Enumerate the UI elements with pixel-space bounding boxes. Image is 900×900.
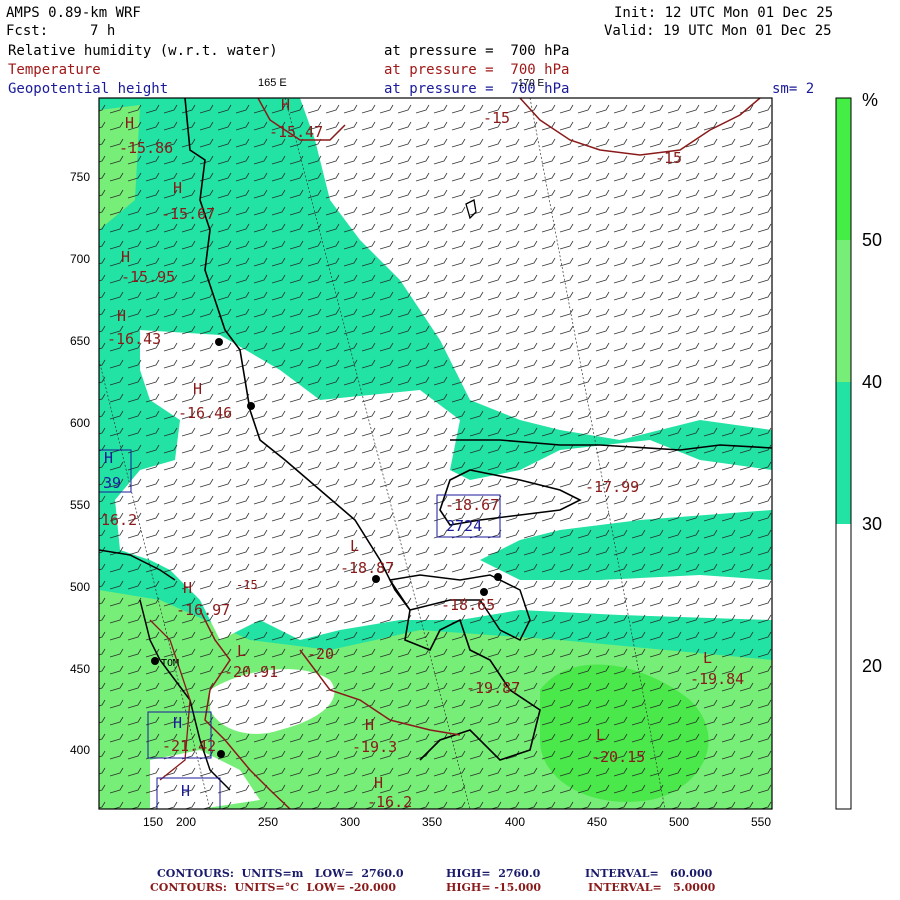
- footer-temp-interval: INTERVAL= 5.0000: [588, 881, 716, 894]
- temp-value-label: -19.87: [466, 679, 520, 697]
- colorbar-gt50: [836, 98, 851, 240]
- temp-value-label: -20: [307, 645, 334, 663]
- high-marker: H: [121, 248, 130, 266]
- high-marker: H: [117, 307, 126, 325]
- temp-value-label: -15.67: [161, 205, 215, 223]
- footer-height-interval: INTERVAL= 60.000: [585, 867, 713, 880]
- temp-value-label: -15.86: [119, 139, 173, 157]
- temp-value-label: -16.97: [176, 601, 230, 619]
- footer-height-contours: CONTOURS: UNITS=m LOW= 2760.0: [157, 867, 404, 880]
- high-marker: H: [173, 714, 182, 732]
- station-dot: [151, 657, 159, 665]
- y-tick-label: 400: [70, 743, 91, 757]
- station-dot: [494, 573, 502, 581]
- temp-value-label: -20.15: [591, 748, 645, 766]
- x-tick-label: 300: [340, 815, 361, 829]
- high-marker: H: [281, 96, 290, 114]
- colorbar-label: 40: [862, 372, 883, 392]
- high-marker: H: [104, 449, 113, 467]
- high-marker: H: [365, 716, 374, 734]
- temp-value-label: -15: [236, 578, 258, 592]
- temp-value-label: -18.87: [340, 559, 394, 577]
- x-tick-label: 400: [505, 815, 526, 829]
- temp-value-label: -19.3: [352, 738, 397, 756]
- low-marker: L: [237, 642, 246, 660]
- station-dot: [217, 750, 225, 758]
- station-dot: [480, 588, 488, 596]
- footer-temp-high: HIGH= -15.000: [446, 881, 542, 894]
- colorbar-label: 20: [862, 656, 883, 676]
- colorbar-lt30: [836, 524, 851, 809]
- temp-value-label: -15.95: [121, 268, 175, 286]
- station-label: TOM: [161, 658, 179, 669]
- colorbar-label: 30: [862, 514, 883, 534]
- colorbar-40-50: [836, 240, 851, 382]
- y-tick-label: 600: [70, 416, 91, 430]
- high-marker: H: [181, 782, 190, 800]
- temp-value-label: -20.91: [224, 663, 278, 681]
- colorbar-label: 50: [862, 230, 883, 250]
- temp-value-label: -15.47: [269, 123, 323, 141]
- station-dot: [215, 338, 223, 346]
- colorbar-unit: %: [862, 90, 879, 110]
- x-tick-label: 550: [751, 815, 772, 829]
- high-marker: H: [374, 774, 383, 792]
- low-marker: L: [350, 537, 359, 555]
- temp-value-label: -15: [483, 109, 510, 127]
- temp-value-label: 16.2: [101, 511, 137, 529]
- temp-value-label: -16.2: [367, 793, 412, 811]
- footer-temp-contours: CONTOURS: UNITS=°C LOW= -20.000: [150, 881, 396, 894]
- station-dot: [247, 402, 255, 410]
- temp-value-label: -18.65: [441, 596, 495, 614]
- temp-value-label: -15: [655, 149, 682, 167]
- high-marker: H: [125, 114, 134, 132]
- longitude-label: 165 E: [258, 77, 287, 89]
- y-tick-label: 450: [70, 662, 91, 676]
- y-tick-label: 550: [70, 498, 91, 512]
- y-tick-label: 500: [70, 580, 91, 594]
- weather-map: -15.86 -15.47 -15 -15 -15.67 -15.95 -16.…: [98, 96, 852, 811]
- x-tick-label: 200: [176, 815, 197, 829]
- colorbar-30-40: [836, 382, 851, 524]
- high-marker: H: [193, 380, 202, 398]
- y-tick-label: 700: [70, 252, 91, 266]
- high-marker: H: [183, 579, 192, 597]
- temp-value-label: -18.67: [445, 496, 499, 514]
- x-tick-label: 450: [587, 815, 608, 829]
- temp-value-label: -19.84: [690, 670, 744, 688]
- temp-value-label: -21.42: [162, 737, 216, 755]
- high-marker: H: [173, 179, 182, 197]
- longitude-label: 170 E: [518, 78, 545, 89]
- height-value-label: 39: [103, 474, 121, 492]
- low-marker: L: [703, 649, 712, 667]
- height-value-label: 2724: [446, 517, 482, 535]
- temp-value-label: -16.46: [178, 404, 232, 422]
- colorbar: [835, 97, 852, 810]
- temp-value-label: -17.99: [585, 478, 639, 496]
- x-tick-label: 250: [258, 815, 279, 829]
- x-tick-label: 500: [669, 815, 690, 829]
- x-tick-label: 350: [422, 815, 443, 829]
- y-tick-label: 750: [70, 170, 91, 184]
- temp-value-label: -16.43: [107, 330, 161, 348]
- y-tick-label: 650: [70, 334, 91, 348]
- x-tick-label: 150: [143, 815, 164, 829]
- footer-height-high: HIGH= 2760.0: [446, 867, 541, 880]
- low-marker: L: [596, 726, 605, 744]
